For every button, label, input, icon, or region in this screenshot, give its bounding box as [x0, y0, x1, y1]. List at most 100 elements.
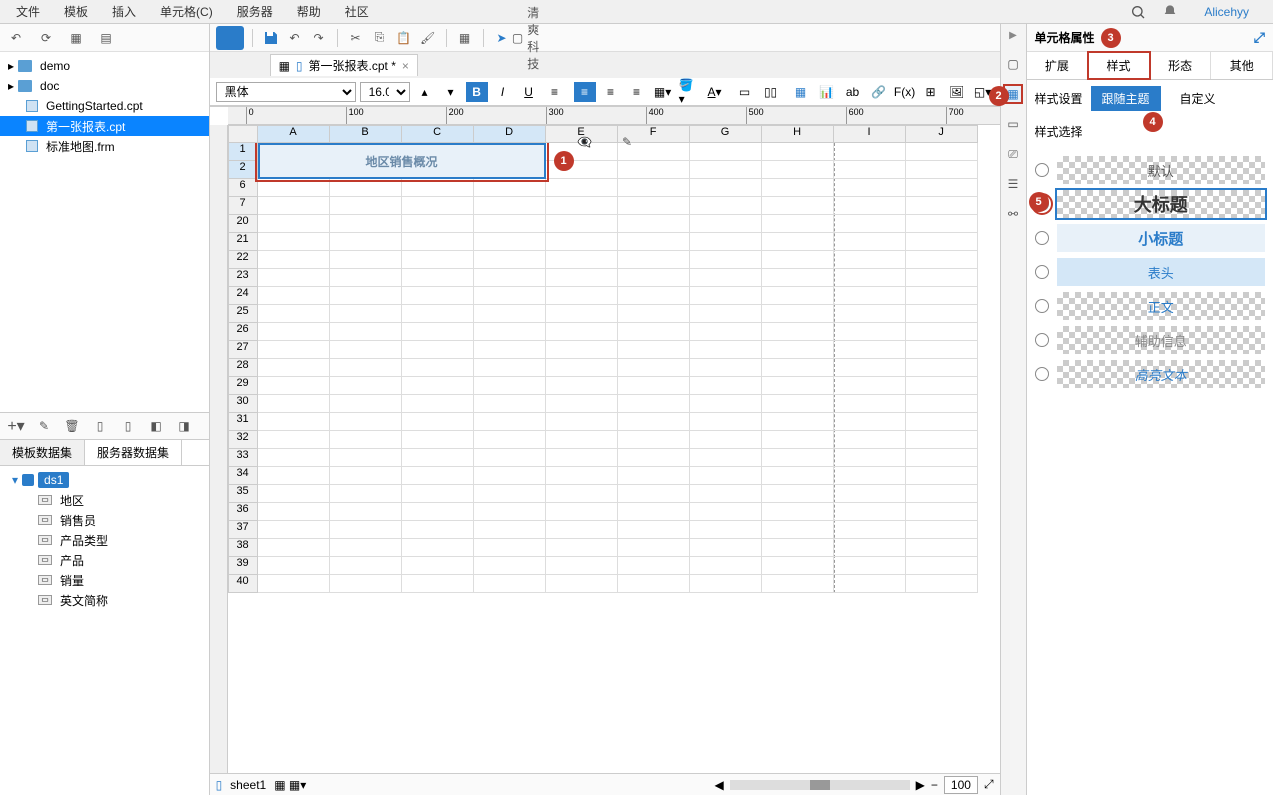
- cell[interactable]: [762, 575, 834, 593]
- bell-icon[interactable]: [1160, 2, 1180, 22]
- run-icon[interactable]: ➤: [492, 28, 512, 48]
- fontcolor-icon[interactable]: A▾: [704, 82, 726, 102]
- cell[interactable]: [834, 377, 906, 395]
- border-icon[interactable]: ▦▾: [652, 82, 674, 102]
- cell[interactable]: [618, 503, 690, 521]
- cell[interactable]: [906, 467, 978, 485]
- merged-cell-title[interactable]: 地区销售概况: [258, 143, 546, 179]
- tree-item[interactable]: ▸ demo: [0, 56, 209, 76]
- row-header[interactable]: 26: [228, 323, 258, 341]
- cell[interactable]: [834, 521, 906, 539]
- cell[interactable]: [834, 233, 906, 251]
- vt-screen-icon[interactable]: ⎚: [1003, 144, 1023, 164]
- add-icon[interactable]: +▾: [6, 416, 26, 436]
- scroll-left-icon[interactable]: ◀: [714, 778, 723, 792]
- cell[interactable]: [618, 251, 690, 269]
- cell[interactable]: [474, 539, 546, 557]
- cell[interactable]: [618, 359, 690, 377]
- cell[interactable]: [546, 359, 618, 377]
- copy-icon[interactable]: ⎘: [370, 28, 390, 48]
- image-icon[interactable]: 🖼: [946, 82, 968, 102]
- cell[interactable]: [330, 485, 402, 503]
- cell[interactable]: [618, 341, 690, 359]
- dataset-node[interactable]: ▾ ds1: [4, 470, 205, 490]
- cell[interactable]: [546, 269, 618, 287]
- cell[interactable]: [618, 557, 690, 575]
- cell[interactable]: [330, 377, 402, 395]
- tab-server-ds[interactable]: 服务器数据集: [85, 440, 182, 465]
- cell[interactable]: [258, 341, 330, 359]
- cell[interactable]: [906, 305, 978, 323]
- cell[interactable]: [546, 233, 618, 251]
- expand-icon[interactable]: ⤢: [1254, 29, 1265, 46]
- cell[interactable]: [762, 485, 834, 503]
- cell[interactable]: [402, 521, 474, 539]
- style-option[interactable]: 大标题: [1035, 190, 1265, 218]
- row-header[interactable]: 29: [228, 377, 258, 395]
- cell[interactable]: [834, 557, 906, 575]
- cell[interactable]: [690, 557, 762, 575]
- cell[interactable]: [834, 161, 906, 179]
- menu-社区[interactable]: 社区: [333, 0, 381, 23]
- size-dn-icon[interactable]: ▾: [440, 82, 462, 102]
- cell[interactable]: [546, 539, 618, 557]
- cell[interactable]: [618, 179, 690, 197]
- cell[interactable]: [402, 197, 474, 215]
- vt-list-icon[interactable]: ☰: [1003, 174, 1023, 194]
- property-tab[interactable]: 其他: [1211, 52, 1273, 79]
- cell[interactable]: [330, 323, 402, 341]
- cell[interactable]: [906, 395, 978, 413]
- cell[interactable]: [546, 521, 618, 539]
- eye-off-icon[interactable]: 👁‍🗨: [577, 135, 592, 149]
- style-option[interactable]: 高亮文本: [1035, 360, 1265, 388]
- cell[interactable]: [618, 161, 690, 179]
- cell[interactable]: [258, 539, 330, 557]
- cell[interactable]: [330, 341, 402, 359]
- field-item[interactable]: ▭销售员: [4, 510, 205, 530]
- row-header[interactable]: 21: [228, 233, 258, 251]
- cell[interactable]: [762, 161, 834, 179]
- cell[interactable]: [834, 179, 906, 197]
- cell[interactable]: [762, 179, 834, 197]
- undo-icon[interactable]: ↶: [285, 28, 305, 48]
- cell[interactable]: [618, 413, 690, 431]
- cell[interactable]: [618, 449, 690, 467]
- cell[interactable]: [474, 251, 546, 269]
- col-header[interactable]: H: [762, 125, 834, 143]
- row-header[interactable]: 6: [228, 179, 258, 197]
- cell[interactable]: [762, 143, 834, 161]
- cell[interactable]: [258, 215, 330, 233]
- cell[interactable]: [690, 359, 762, 377]
- cell[interactable]: [618, 233, 690, 251]
- cell[interactable]: [834, 215, 906, 233]
- cell[interactable]: [330, 413, 402, 431]
- align-center-icon[interactable]: ≡: [600, 82, 622, 102]
- cell[interactable]: [834, 143, 906, 161]
- cell[interactable]: [402, 215, 474, 233]
- cell[interactable]: [546, 557, 618, 575]
- cell[interactable]: [762, 251, 834, 269]
- cell[interactable]: [258, 197, 330, 215]
- cell[interactable]: [402, 359, 474, 377]
- unmerge-icon[interactable]: ▯▯: [760, 82, 782, 102]
- cell[interactable]: [474, 323, 546, 341]
- property-tab[interactable]: 样式: [1088, 52, 1150, 79]
- property-tab[interactable]: 扩展: [1027, 52, 1089, 79]
- fx-icon[interactable]: F(x): [894, 82, 916, 102]
- tab-template-ds[interactable]: 模板数据集: [0, 440, 85, 465]
- zoom-in-icon[interactable]: ⤢: [984, 777, 994, 792]
- cell[interactable]: [546, 431, 618, 449]
- cell[interactable]: [546, 341, 618, 359]
- col-header[interactable]: J: [906, 125, 978, 143]
- cell[interactable]: [834, 341, 906, 359]
- cell[interactable]: [834, 269, 906, 287]
- style-option[interactable]: 小标题: [1035, 224, 1265, 252]
- cell[interactable]: [546, 215, 618, 233]
- cell[interactable]: [258, 485, 330, 503]
- cell[interactable]: [474, 305, 546, 323]
- cell[interactable]: [330, 269, 402, 287]
- cell[interactable]: [834, 287, 906, 305]
- cell[interactable]: [690, 323, 762, 341]
- field-item[interactable]: ▭产品类型: [4, 530, 205, 550]
- row-header[interactable]: 20: [228, 215, 258, 233]
